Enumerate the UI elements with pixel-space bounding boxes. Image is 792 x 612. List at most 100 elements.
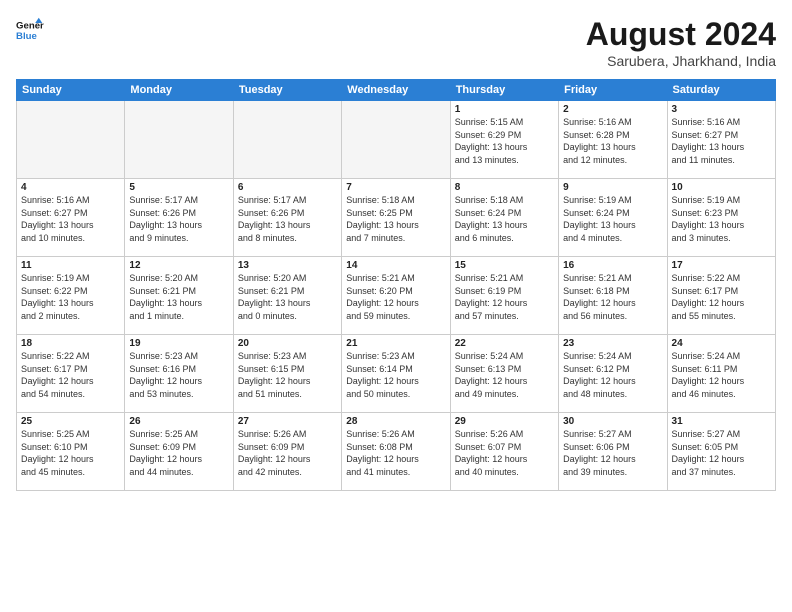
calendar-cell xyxy=(125,101,233,179)
day-info: Sunrise: 5:19 AM Sunset: 6:24 PM Dayligh… xyxy=(563,194,662,244)
calendar-cell: 29Sunrise: 5:26 AM Sunset: 6:07 PM Dayli… xyxy=(450,413,558,491)
day-info: Sunrise: 5:16 AM Sunset: 6:27 PM Dayligh… xyxy=(21,194,120,244)
calendar-cell: 4Sunrise: 5:16 AM Sunset: 6:27 PM Daylig… xyxy=(17,179,125,257)
calendar-cell: 5Sunrise: 5:17 AM Sunset: 6:26 PM Daylig… xyxy=(125,179,233,257)
day-number: 19 xyxy=(129,338,228,349)
week-row-5: 25Sunrise: 5:25 AM Sunset: 6:10 PM Dayli… xyxy=(17,413,776,491)
day-number: 6 xyxy=(238,182,337,193)
day-info: Sunrise: 5:27 AM Sunset: 6:06 PM Dayligh… xyxy=(563,428,662,478)
calendar-cell: 8Sunrise: 5:18 AM Sunset: 6:24 PM Daylig… xyxy=(450,179,558,257)
day-info: Sunrise: 5:16 AM Sunset: 6:27 PM Dayligh… xyxy=(672,116,771,166)
day-number: 2 xyxy=(563,104,662,115)
calendar-cell: 11Sunrise: 5:19 AM Sunset: 6:22 PM Dayli… xyxy=(17,257,125,335)
week-row-3: 11Sunrise: 5:19 AM Sunset: 6:22 PM Dayli… xyxy=(17,257,776,335)
calendar-cell: 25Sunrise: 5:25 AM Sunset: 6:10 PM Dayli… xyxy=(17,413,125,491)
day-info: Sunrise: 5:21 AM Sunset: 6:18 PM Dayligh… xyxy=(563,272,662,322)
day-info: Sunrise: 5:26 AM Sunset: 6:09 PM Dayligh… xyxy=(238,428,337,478)
day-number: 12 xyxy=(129,260,228,271)
calendar-cell: 12Sunrise: 5:20 AM Sunset: 6:21 PM Dayli… xyxy=(125,257,233,335)
day-number: 17 xyxy=(672,260,771,271)
day-info: Sunrise: 5:26 AM Sunset: 6:07 PM Dayligh… xyxy=(455,428,554,478)
calendar-cell xyxy=(233,101,341,179)
calendar-cell: 17Sunrise: 5:22 AM Sunset: 6:17 PM Dayli… xyxy=(667,257,775,335)
day-number: 22 xyxy=(455,338,554,349)
day-info: Sunrise: 5:17 AM Sunset: 6:26 PM Dayligh… xyxy=(238,194,337,244)
calendar-cell: 3Sunrise: 5:16 AM Sunset: 6:27 PM Daylig… xyxy=(667,101,775,179)
day-number: 21 xyxy=(346,338,445,349)
day-info: Sunrise: 5:23 AM Sunset: 6:16 PM Dayligh… xyxy=(129,350,228,400)
column-header-wednesday: Wednesday xyxy=(342,80,450,101)
column-header-friday: Friday xyxy=(559,80,667,101)
calendar-cell: 9Sunrise: 5:19 AM Sunset: 6:24 PM Daylig… xyxy=(559,179,667,257)
day-number: 7 xyxy=(346,182,445,193)
day-number: 15 xyxy=(455,260,554,271)
calendar-cell: 16Sunrise: 5:21 AM Sunset: 6:18 PM Dayli… xyxy=(559,257,667,335)
logo: General Blue xyxy=(16,16,44,44)
column-header-monday: Monday xyxy=(125,80,233,101)
day-info: Sunrise: 5:16 AM Sunset: 6:28 PM Dayligh… xyxy=(563,116,662,166)
calendar-cell: 7Sunrise: 5:18 AM Sunset: 6:25 PM Daylig… xyxy=(342,179,450,257)
day-info: Sunrise: 5:20 AM Sunset: 6:21 PM Dayligh… xyxy=(129,272,228,322)
calendar-cell: 18Sunrise: 5:22 AM Sunset: 6:17 PM Dayli… xyxy=(17,335,125,413)
day-info: Sunrise: 5:25 AM Sunset: 6:09 PM Dayligh… xyxy=(129,428,228,478)
day-number: 10 xyxy=(672,182,771,193)
day-number: 29 xyxy=(455,416,554,427)
day-number: 23 xyxy=(563,338,662,349)
day-number: 11 xyxy=(21,260,120,271)
calendar-cell: 26Sunrise: 5:25 AM Sunset: 6:09 PM Dayli… xyxy=(125,413,233,491)
day-number: 31 xyxy=(672,416,771,427)
day-info: Sunrise: 5:24 AM Sunset: 6:12 PM Dayligh… xyxy=(563,350,662,400)
column-header-tuesday: Tuesday xyxy=(233,80,341,101)
calendar-table: SundayMondayTuesdayWednesdayThursdayFrid… xyxy=(16,79,776,491)
calendar-cell: 21Sunrise: 5:23 AM Sunset: 6:14 PM Dayli… xyxy=(342,335,450,413)
calendar-cell: 31Sunrise: 5:27 AM Sunset: 6:05 PM Dayli… xyxy=(667,413,775,491)
day-number: 5 xyxy=(129,182,228,193)
day-number: 20 xyxy=(238,338,337,349)
calendar-cell: 24Sunrise: 5:24 AM Sunset: 6:11 PM Dayli… xyxy=(667,335,775,413)
day-info: Sunrise: 5:21 AM Sunset: 6:20 PM Dayligh… xyxy=(346,272,445,322)
day-info: Sunrise: 5:22 AM Sunset: 6:17 PM Dayligh… xyxy=(672,272,771,322)
week-row-1: 1Sunrise: 5:15 AM Sunset: 6:29 PM Daylig… xyxy=(17,101,776,179)
day-number: 27 xyxy=(238,416,337,427)
calendar-cell: 28Sunrise: 5:26 AM Sunset: 6:08 PM Dayli… xyxy=(342,413,450,491)
day-info: Sunrise: 5:26 AM Sunset: 6:08 PM Dayligh… xyxy=(346,428,445,478)
day-number: 1 xyxy=(455,104,554,115)
calendar-cell: 20Sunrise: 5:23 AM Sunset: 6:15 PM Dayli… xyxy=(233,335,341,413)
day-info: Sunrise: 5:21 AM Sunset: 6:19 PM Dayligh… xyxy=(455,272,554,322)
calendar-cell xyxy=(17,101,125,179)
calendar-cell: 22Sunrise: 5:24 AM Sunset: 6:13 PM Dayli… xyxy=(450,335,558,413)
day-number: 26 xyxy=(129,416,228,427)
day-info: Sunrise: 5:20 AM Sunset: 6:21 PM Dayligh… xyxy=(238,272,337,322)
week-row-2: 4Sunrise: 5:16 AM Sunset: 6:27 PM Daylig… xyxy=(17,179,776,257)
svg-text:Blue: Blue xyxy=(16,31,37,42)
day-info: Sunrise: 5:17 AM Sunset: 6:26 PM Dayligh… xyxy=(129,194,228,244)
logo-icon: General Blue xyxy=(16,16,44,44)
day-number: 13 xyxy=(238,260,337,271)
day-info: Sunrise: 5:24 AM Sunset: 6:11 PM Dayligh… xyxy=(672,350,771,400)
day-number: 16 xyxy=(563,260,662,271)
calendar-cell: 19Sunrise: 5:23 AM Sunset: 6:16 PM Dayli… xyxy=(125,335,233,413)
day-number: 30 xyxy=(563,416,662,427)
column-header-thursday: Thursday xyxy=(450,80,558,101)
calendar-cell xyxy=(342,101,450,179)
day-info: Sunrise: 5:24 AM Sunset: 6:13 PM Dayligh… xyxy=(455,350,554,400)
day-number: 14 xyxy=(346,260,445,271)
page-header: General Blue August 2024 Sarubera, Jhark… xyxy=(16,16,776,69)
day-number: 24 xyxy=(672,338,771,349)
day-info: Sunrise: 5:23 AM Sunset: 6:15 PM Dayligh… xyxy=(238,350,337,400)
subtitle: Sarubera, Jharkhand, India xyxy=(586,53,776,69)
day-number: 25 xyxy=(21,416,120,427)
calendar-cell: 6Sunrise: 5:17 AM Sunset: 6:26 PM Daylig… xyxy=(233,179,341,257)
day-info: Sunrise: 5:18 AM Sunset: 6:24 PM Dayligh… xyxy=(455,194,554,244)
day-number: 9 xyxy=(563,182,662,193)
day-info: Sunrise: 5:27 AM Sunset: 6:05 PM Dayligh… xyxy=(672,428,771,478)
calendar-cell: 10Sunrise: 5:19 AM Sunset: 6:23 PM Dayli… xyxy=(667,179,775,257)
day-info: Sunrise: 5:15 AM Sunset: 6:29 PM Dayligh… xyxy=(455,116,554,166)
title-block: August 2024 Sarubera, Jharkhand, India xyxy=(586,16,776,69)
week-row-4: 18Sunrise: 5:22 AM Sunset: 6:17 PM Dayli… xyxy=(17,335,776,413)
day-info: Sunrise: 5:23 AM Sunset: 6:14 PM Dayligh… xyxy=(346,350,445,400)
calendar-cell: 27Sunrise: 5:26 AM Sunset: 6:09 PM Dayli… xyxy=(233,413,341,491)
day-info: Sunrise: 5:25 AM Sunset: 6:10 PM Dayligh… xyxy=(21,428,120,478)
calendar-header-row: SundayMondayTuesdayWednesdayThursdayFrid… xyxy=(17,80,776,101)
day-number: 8 xyxy=(455,182,554,193)
